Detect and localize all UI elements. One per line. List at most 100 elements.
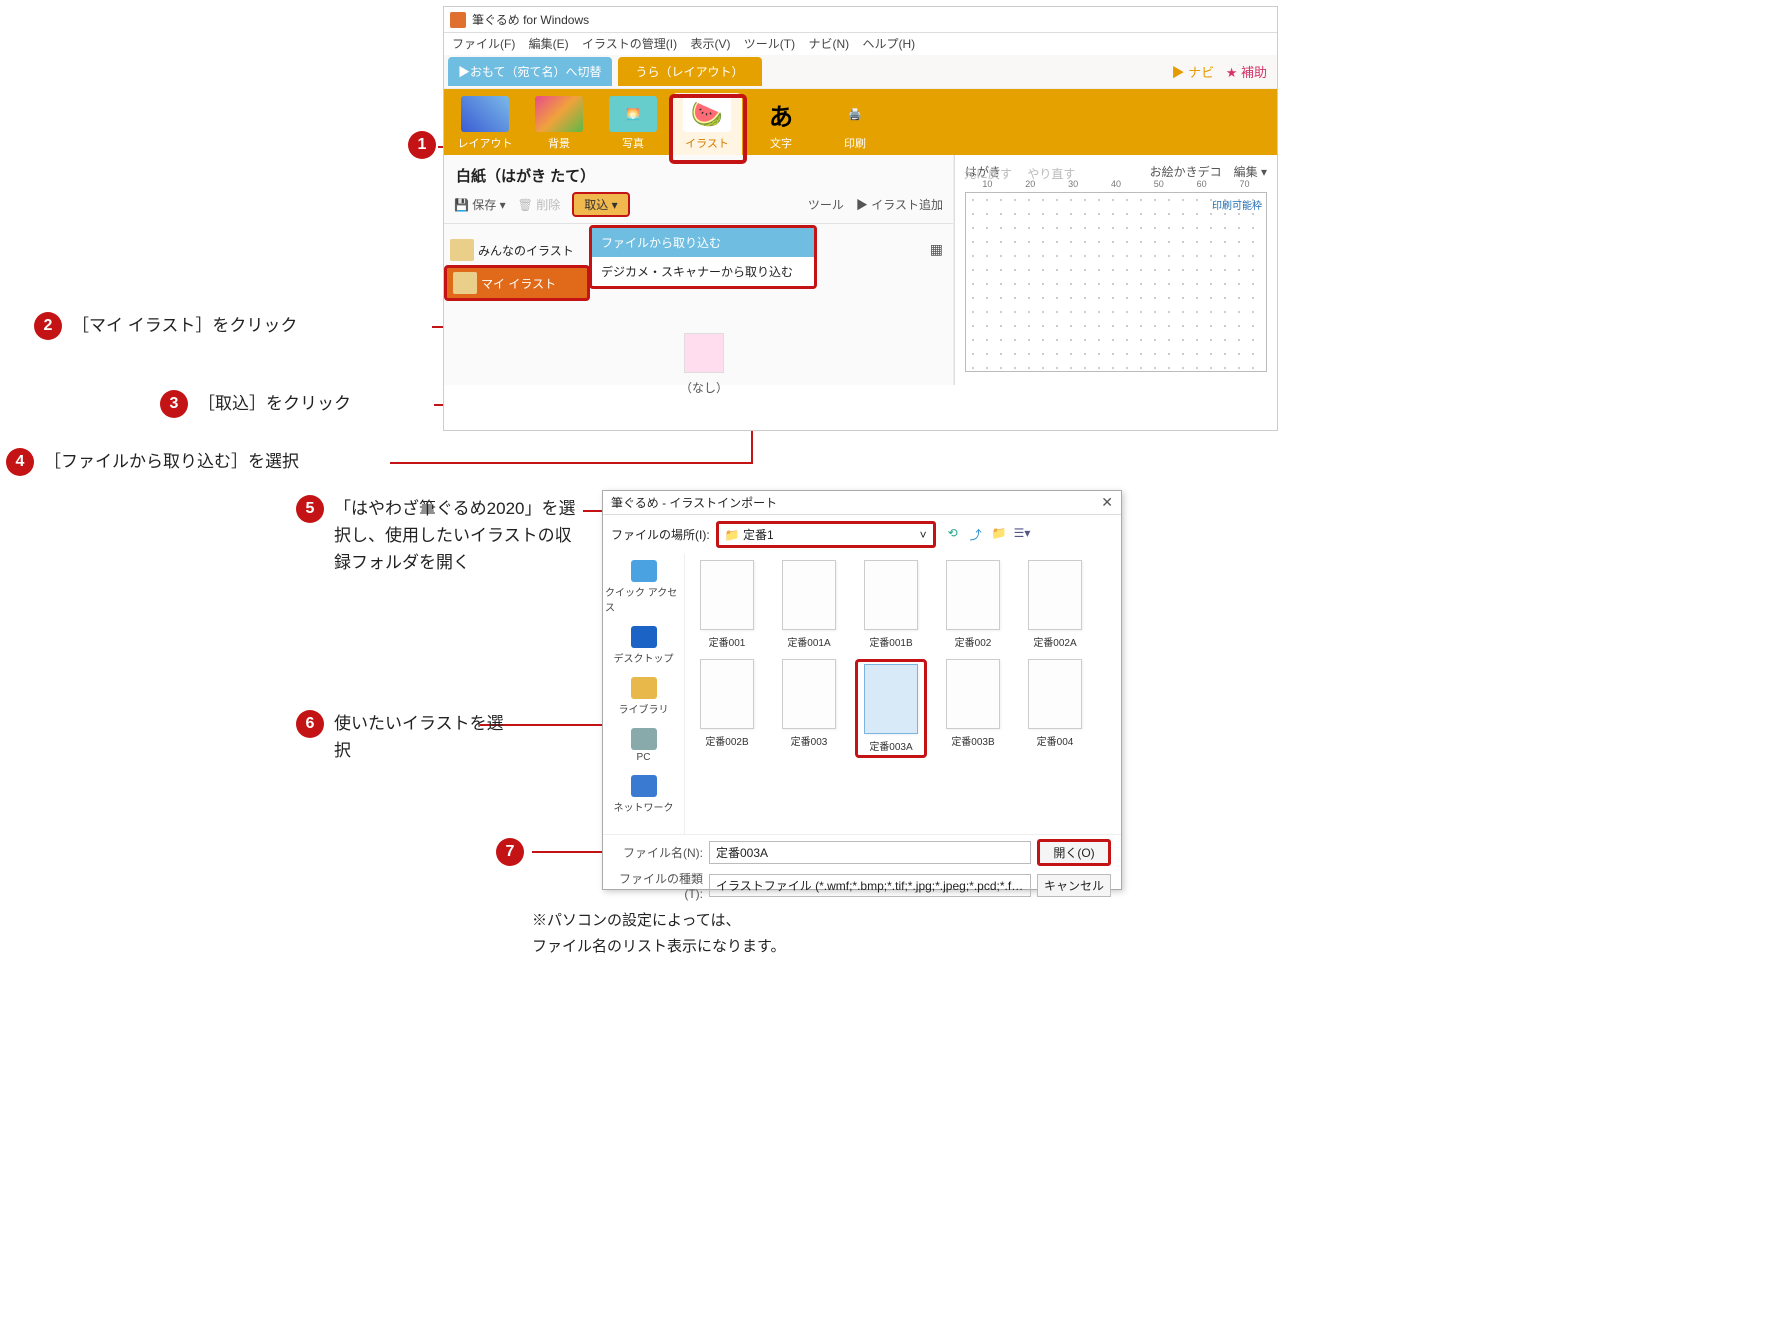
file-thumb <box>864 664 918 734</box>
file-thumb <box>782 659 836 729</box>
cat-my-illust[interactable]: マイ イラスト <box>444 265 590 301</box>
tool-print[interactable]: 🖨️印刷 <box>820 93 890 155</box>
callout-5-text: 「はやわざ筆ぐるめ2020」を選択し、使用したいイラストの収録フォルダを開く <box>334 495 586 577</box>
callout-7: 7 <box>496 838 524 866</box>
callout-1: 1 <box>408 131 436 159</box>
menu-navi[interactable]: ナビ(N) <box>808 37 849 51</box>
side-library[interactable]: ライブラリ <box>603 671 684 722</box>
file-thumb <box>1028 560 1082 630</box>
print-frame-label: 印刷可能枠 <box>1212 197 1262 212</box>
side-network[interactable]: ネットワーク <box>603 769 684 820</box>
file-item[interactable]: 定番002A <box>1019 560 1091 649</box>
callout-6: 6 使いたいイラストを選択 <box>296 710 586 764</box>
menu-help[interactable]: ヘルプ(H) <box>862 37 915 51</box>
file-item[interactable]: 定番002 <box>937 560 1009 649</box>
side-quickaccess[interactable]: クイック アクセス <box>603 554 684 620</box>
file-label: 定番004 <box>1019 733 1091 748</box>
import-dropdown: ファイルから取り込む デジカメ・スキャナーから取り込む <box>589 225 817 289</box>
none-item[interactable]: （なし） <box>639 333 769 396</box>
file-item[interactable]: 定番003B <box>937 659 1009 758</box>
tool-background[interactable]: 背景 <box>524 93 594 155</box>
sub-toolbar: 💾 保存 ▾ 🗑 削除 取込 ▾ ツール ▶ イラスト追加 <box>444 190 953 224</box>
file-dialog: 筆ぐるめ - イラストインポート ✕ ファイルの場所(I): 📁 定番1 ˅ ⟲… <box>602 490 1122 890</box>
file-label: 定番002A <box>1019 634 1091 649</box>
menu-edit[interactable]: 編集(E) <box>529 37 569 51</box>
callout-3-badge: 3 <box>160 390 188 418</box>
callout-6-text: 使いたいイラストを選択 <box>334 710 514 764</box>
file-label: 定番002 <box>937 634 1009 649</box>
file-item[interactable]: 定番001A <box>773 560 845 649</box>
file-item[interactable]: 定番003 <box>773 659 845 758</box>
tool-illust[interactable]: 🍉イラスト <box>672 93 742 155</box>
delete-button: 削除 <box>536 198 560 212</box>
tabs-row: ▶おもて（宛て名）へ切替 うら（レイアウト） ▶ ナビ ★ 補助 <box>444 55 1277 89</box>
menu-illust[interactable]: イラストの管理(I) <box>582 37 677 51</box>
folder-icon <box>450 239 474 261</box>
callout-5-badge: 5 <box>296 495 324 523</box>
location-combo[interactable]: 📁 定番1 ˅ <box>716 521 936 548</box>
save-button[interactable]: 保存 <box>472 198 496 212</box>
file-grid: 定番001定番001A 定番001B 定番002 定番002A 定番002B 定番003 定… <box>685 554 1121 834</box>
tool-link[interactable]: ツール <box>808 196 844 213</box>
menu-tool[interactable]: ツール(T) <box>744 37 795 51</box>
tab-omote[interactable]: ▶おもて（宛て名）へ切替 <box>448 57 612 86</box>
callout-3-text: ［取込］をクリック <box>198 390 351 417</box>
background-icon <box>535 96 583 132</box>
filetype-label: ファイルの種類(T): <box>613 870 703 901</box>
titlebar: 筆ぐるめ for Windows <box>444 7 1277 33</box>
grid-view-icon[interactable]: ▦ <box>930 241 943 258</box>
callout-1-badge: 1 <box>408 131 436 159</box>
file-label: 定番003 <box>773 733 845 748</box>
tool-text[interactable]: あ文字 <box>746 93 816 155</box>
callout-7-badge: 7 <box>496 838 524 866</box>
file-thumb <box>946 560 1000 630</box>
file-label: 定番001B <box>855 634 927 649</box>
filename-field[interactable]: 定番003A <box>709 841 1031 864</box>
folder-icon <box>453 272 477 294</box>
tool-layout[interactable]: レイアウト <box>450 93 520 155</box>
edit-link[interactable]: 編集 <box>1234 165 1258 179</box>
deco-link[interactable]: お絵かきデコ <box>1150 165 1222 179</box>
callout-3: 3 ［取込］をクリック <box>160 390 351 418</box>
import-button[interactable]: 取込 ▾ <box>572 192 629 217</box>
file-thumb <box>864 560 918 630</box>
file-item[interactable]: 定番001B <box>855 560 927 649</box>
file-thumb <box>782 560 836 630</box>
file-item[interactable]: 定番001 <box>691 560 763 649</box>
add-illust-link[interactable]: イラスト追加 <box>871 198 943 212</box>
dropdown-import-scanner[interactable]: デジカメ・スキャナーから取り込む <box>592 257 814 286</box>
page: 筆ぐるめ for Windows ファイル(F) 編集(E) イラストの管理(I… <box>0 0 1280 960</box>
callout-2-text: ［マイ イラスト］をクリック <box>72 312 297 339</box>
filetype-combo[interactable]: イラストファイル (*.wmf;*.bmp;*.tif;*.jpg;*.jpeg… <box>709 874 1031 897</box>
footnote: ※パソコンの設定によっては、 ファイル名のリスト表示になります。 <box>532 908 786 959</box>
menu-file[interactable]: ファイル(F) <box>452 37 515 51</box>
cancel-button[interactable]: キャンセル <box>1037 874 1111 897</box>
pc-icon <box>631 728 657 750</box>
callout-6-badge: 6 <box>296 710 324 738</box>
none-thumb <box>684 333 724 373</box>
views-icon[interactable]: ☰▾ <box>1014 526 1032 544</box>
back-icon[interactable]: ⟲ <box>948 526 966 544</box>
newfolder-icon[interactable]: 📁 <box>992 526 1010 544</box>
dropdown-import-file[interactable]: ファイルから取り込む <box>592 228 814 257</box>
tool-photo[interactable]: 🌅写真 <box>598 93 668 155</box>
nav-navi[interactable]: ▶ ナビ <box>1171 65 1214 80</box>
file-thumb <box>700 560 754 630</box>
file-item[interactable]: 定番002B <box>691 659 763 758</box>
right-panel: はがき お絵かきデコ 編集 ▾ 元に戻す やり直す 10203040506070… <box>954 155 1277 385</box>
cat-all[interactable]: みんなのイラスト <box>444 235 590 265</box>
file-item[interactable]: 定番004 <box>1019 659 1091 758</box>
dialog-sidebar: クイック アクセス デスクトップ ライブラリ PC ネットワーク <box>603 554 685 834</box>
up-icon[interactable]: ⤴ <box>970 526 988 544</box>
tab-ura[interactable]: うら（レイアウト） <box>618 57 762 86</box>
menu-view[interactable]: 表示(V) <box>690 37 730 51</box>
open-button[interactable]: 開く(O) <box>1037 839 1111 866</box>
dialog-titlebar: 筆ぐるめ - イラストインポート ✕ <box>603 491 1121 515</box>
nav-hojo[interactable]: ★ 補助 <box>1226 65 1267 80</box>
canvas[interactable]: 10203040506070 印刷可能枠 <box>965 192 1267 372</box>
side-desktop[interactable]: デスクトップ <box>603 620 684 671</box>
side-pc[interactable]: PC <box>603 722 684 769</box>
category-list: みんなのイラスト マイ イラスト <box>444 235 590 301</box>
close-icon[interactable]: ✕ <box>1101 494 1113 511</box>
file-item[interactable]: 定番003A <box>855 659 927 758</box>
